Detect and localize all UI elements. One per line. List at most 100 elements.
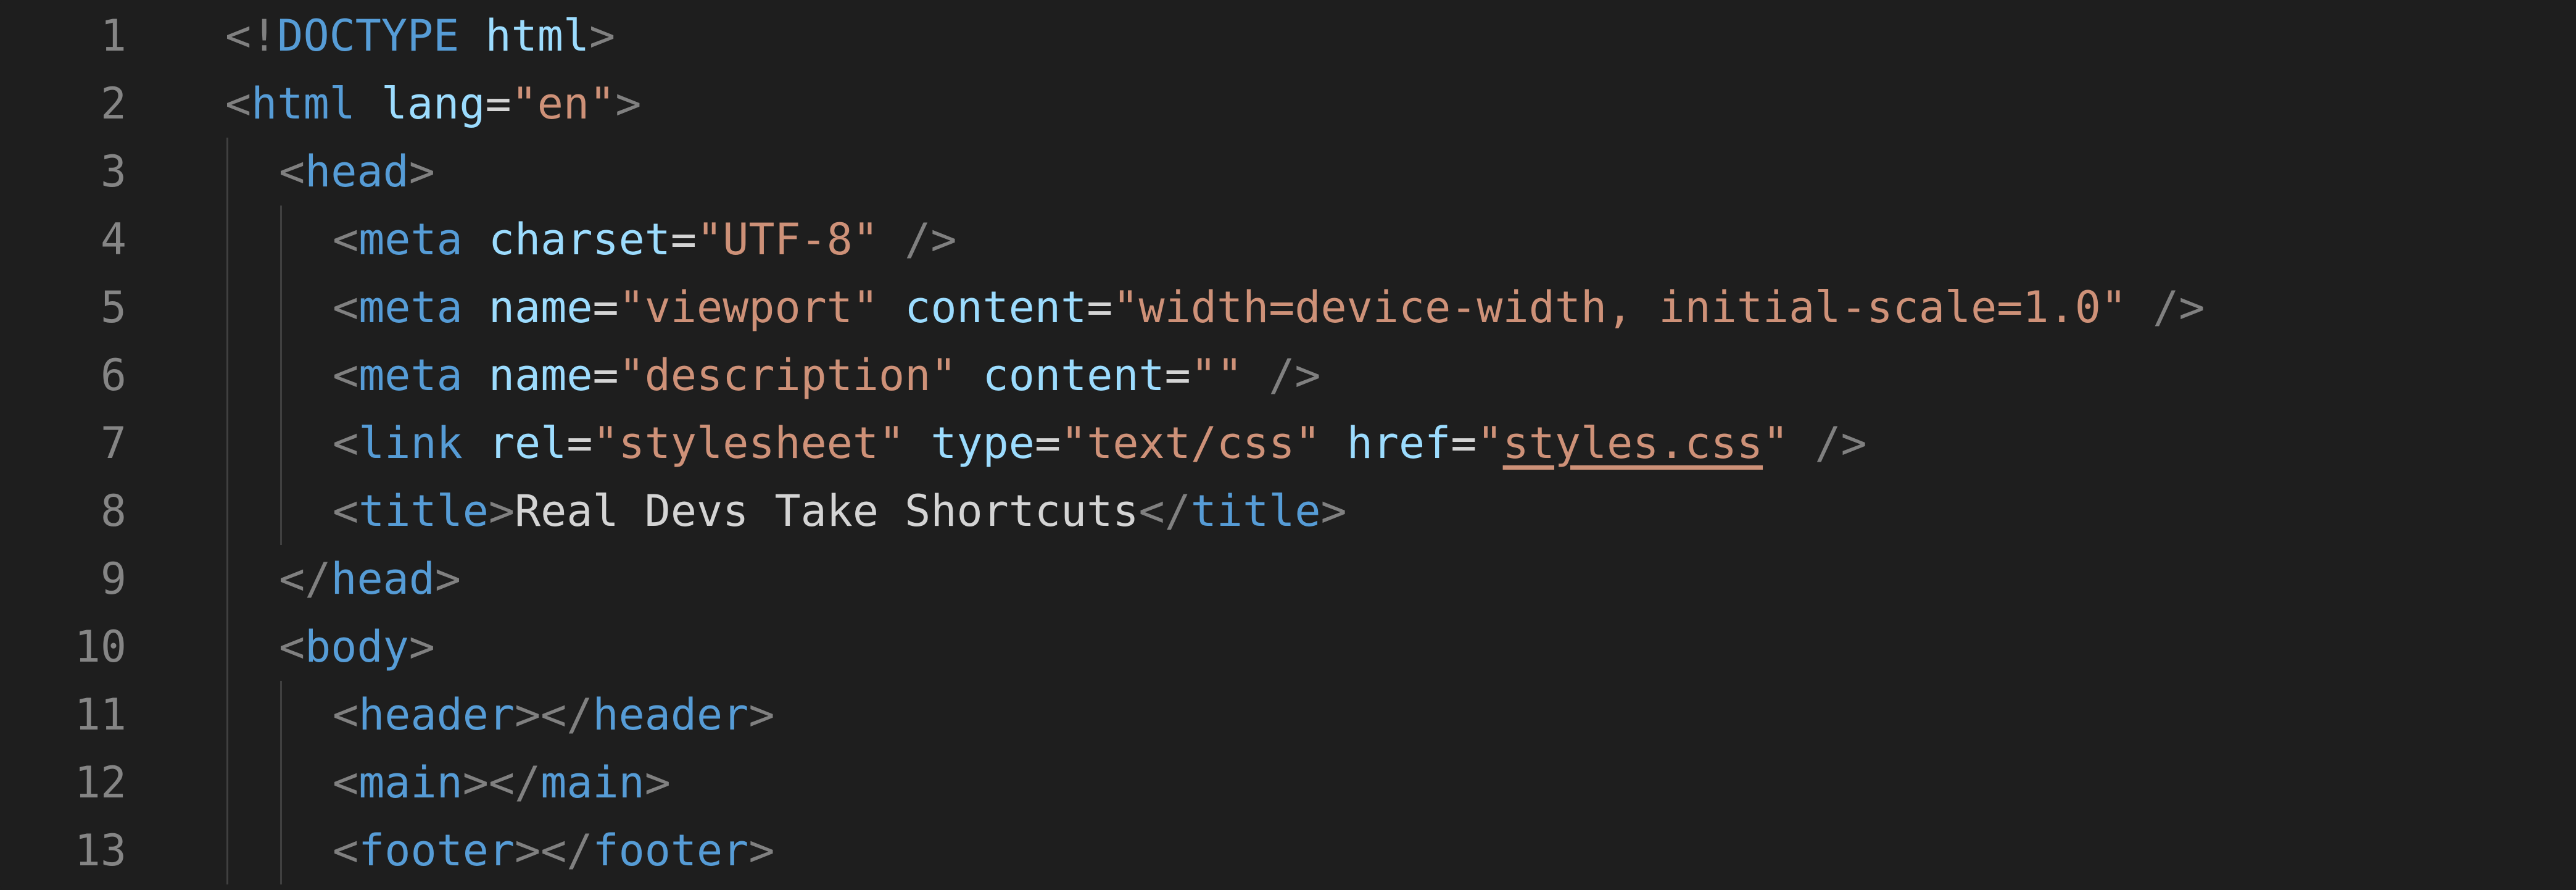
code-text: = <box>1164 350 1191 401</box>
code-punctuation: > <box>748 689 775 740</box>
attribute-name: html <box>485 10 590 61</box>
code-line[interactable]: 10 <body> <box>0 613 2576 681</box>
tag-name: meta <box>358 282 463 333</box>
code-line[interactable]: 9 </head> <box>0 545 2576 613</box>
line-number: 12 <box>74 757 126 808</box>
code-punctuation: ></ <box>462 757 541 808</box>
code-line[interactable]: 12 <main></main> <box>0 749 2576 817</box>
code-line[interactable]: 1 <!DOCTYPE html> <box>0 2 2576 70</box>
attribute-name: lang <box>381 78 486 129</box>
attribute-value: "" <box>1190 350 1243 401</box>
code-line[interactable]: 3 <head> <box>0 138 2576 206</box>
code-punctuation: > <box>615 78 642 129</box>
tag-name: link <box>358 418 463 468</box>
code-text: = <box>1451 418 1477 468</box>
tag-name: head <box>305 146 409 197</box>
tag-name: body <box>305 622 409 672</box>
attribute-value: " <box>1476 418 1503 468</box>
attribute-name: type <box>930 418 1035 468</box>
attribute-name: name <box>488 350 593 401</box>
code-punctuation: < <box>333 825 359 876</box>
code-content: <meta charset="UTF-8" /> <box>333 206 957 273</box>
attribute-value: "viewport" <box>618 282 879 333</box>
code-punctuation: /> <box>905 214 957 265</box>
code-line[interactable]: 13 <footer></footer> <box>0 817 2576 884</box>
code-line[interactable]: 8 <title>Real Devs Take Shortcuts</title> <box>0 477 2576 545</box>
code-punctuation: /> <box>2153 282 2205 333</box>
code-content: <head> <box>279 138 435 206</box>
code-punctuation: < <box>225 78 252 129</box>
line-number: 2 <box>100 78 126 129</box>
tag-name: header <box>592 689 749 740</box>
code-content: <meta name="viewport" content="width=dev… <box>333 273 2205 341</box>
code-punctuation: > <box>434 554 462 604</box>
code-punctuation: < <box>333 282 359 333</box>
code-punctuation: </ <box>1138 486 1191 536</box>
code-text: = <box>1034 418 1061 468</box>
attribute-name: name <box>488 282 593 333</box>
line-number: 3 <box>100 146 126 197</box>
line-number: 8 <box>100 486 126 536</box>
attribute-value: "stylesheet" <box>592 418 905 468</box>
code-punctuation: > <box>748 825 775 876</box>
tag-name: head <box>331 554 435 604</box>
attribute-value: "text/css" <box>1061 418 1321 468</box>
attribute-value: "en" <box>511 78 616 129</box>
tag-name: footer <box>592 825 749 876</box>
code-line[interactable]: 5 <meta name="viewport" content="width=de… <box>0 273 2576 341</box>
code-line[interactable]: 7 <link rel="stylesheet" type="text/css" … <box>0 409 2576 477</box>
code-content: <meta name="description" content="" /> <box>333 341 1321 409</box>
line-number: 10 <box>74 622 126 672</box>
code-punctuation: < <box>333 486 359 536</box>
line-number: 7 <box>100 418 126 468</box>
line-number: 4 <box>100 214 126 265</box>
code-punctuation: > <box>408 622 435 672</box>
code-punctuation: < <box>279 146 305 197</box>
code-line[interactable]: 4 <meta charset="UTF-8" /> <box>0 206 2576 273</box>
code-content: <body> <box>279 613 435 681</box>
attribute-name: content <box>982 350 1165 401</box>
code-punctuation: < <box>333 214 359 265</box>
line-number: 11 <box>74 689 126 740</box>
code-line[interactable]: 6 <meta name="description" content="" /> <box>0 341 2576 409</box>
code-text: = <box>1087 282 1113 333</box>
attribute-value: "description" <box>618 350 957 401</box>
code-content: <main></main> <box>333 749 671 817</box>
code-line[interactable]: 11 <header></header> <box>0 681 2576 749</box>
code-text: = <box>592 282 619 333</box>
code-punctuation: <! <box>225 10 278 61</box>
code-punctuation: /> <box>1269 350 1321 401</box>
code-content: <html lang="en"> <box>225 70 641 138</box>
tag-name: header <box>358 689 515 740</box>
code-line[interactable]: 2 <html lang="en"> <box>0 70 2576 138</box>
code-punctuation: ></ <box>515 689 593 740</box>
code-content: <header></header> <box>333 681 775 749</box>
code-editor[interactable]: 1 <!DOCTYPE html> 2 <html lang="en"> 3 <head>… <box>0 0 2576 890</box>
code-text: = <box>566 418 593 468</box>
tag-name: main <box>358 757 463 808</box>
code-punctuation: > <box>644 757 671 808</box>
code-punctuation: > <box>488 486 515 536</box>
code-punctuation: < <box>333 418 359 468</box>
code-text: = <box>592 350 619 401</box>
link-path[interactable]: styles.css <box>1503 418 1763 468</box>
attribute-name: charset <box>488 214 671 265</box>
code-punctuation: > <box>408 146 435 197</box>
code-punctuation: > <box>589 10 616 61</box>
tag-name: html <box>251 78 355 129</box>
code-content: <footer></footer> <box>333 817 775 884</box>
code-punctuation: ></ <box>515 825 593 876</box>
attribute-name: content <box>905 282 1087 333</box>
